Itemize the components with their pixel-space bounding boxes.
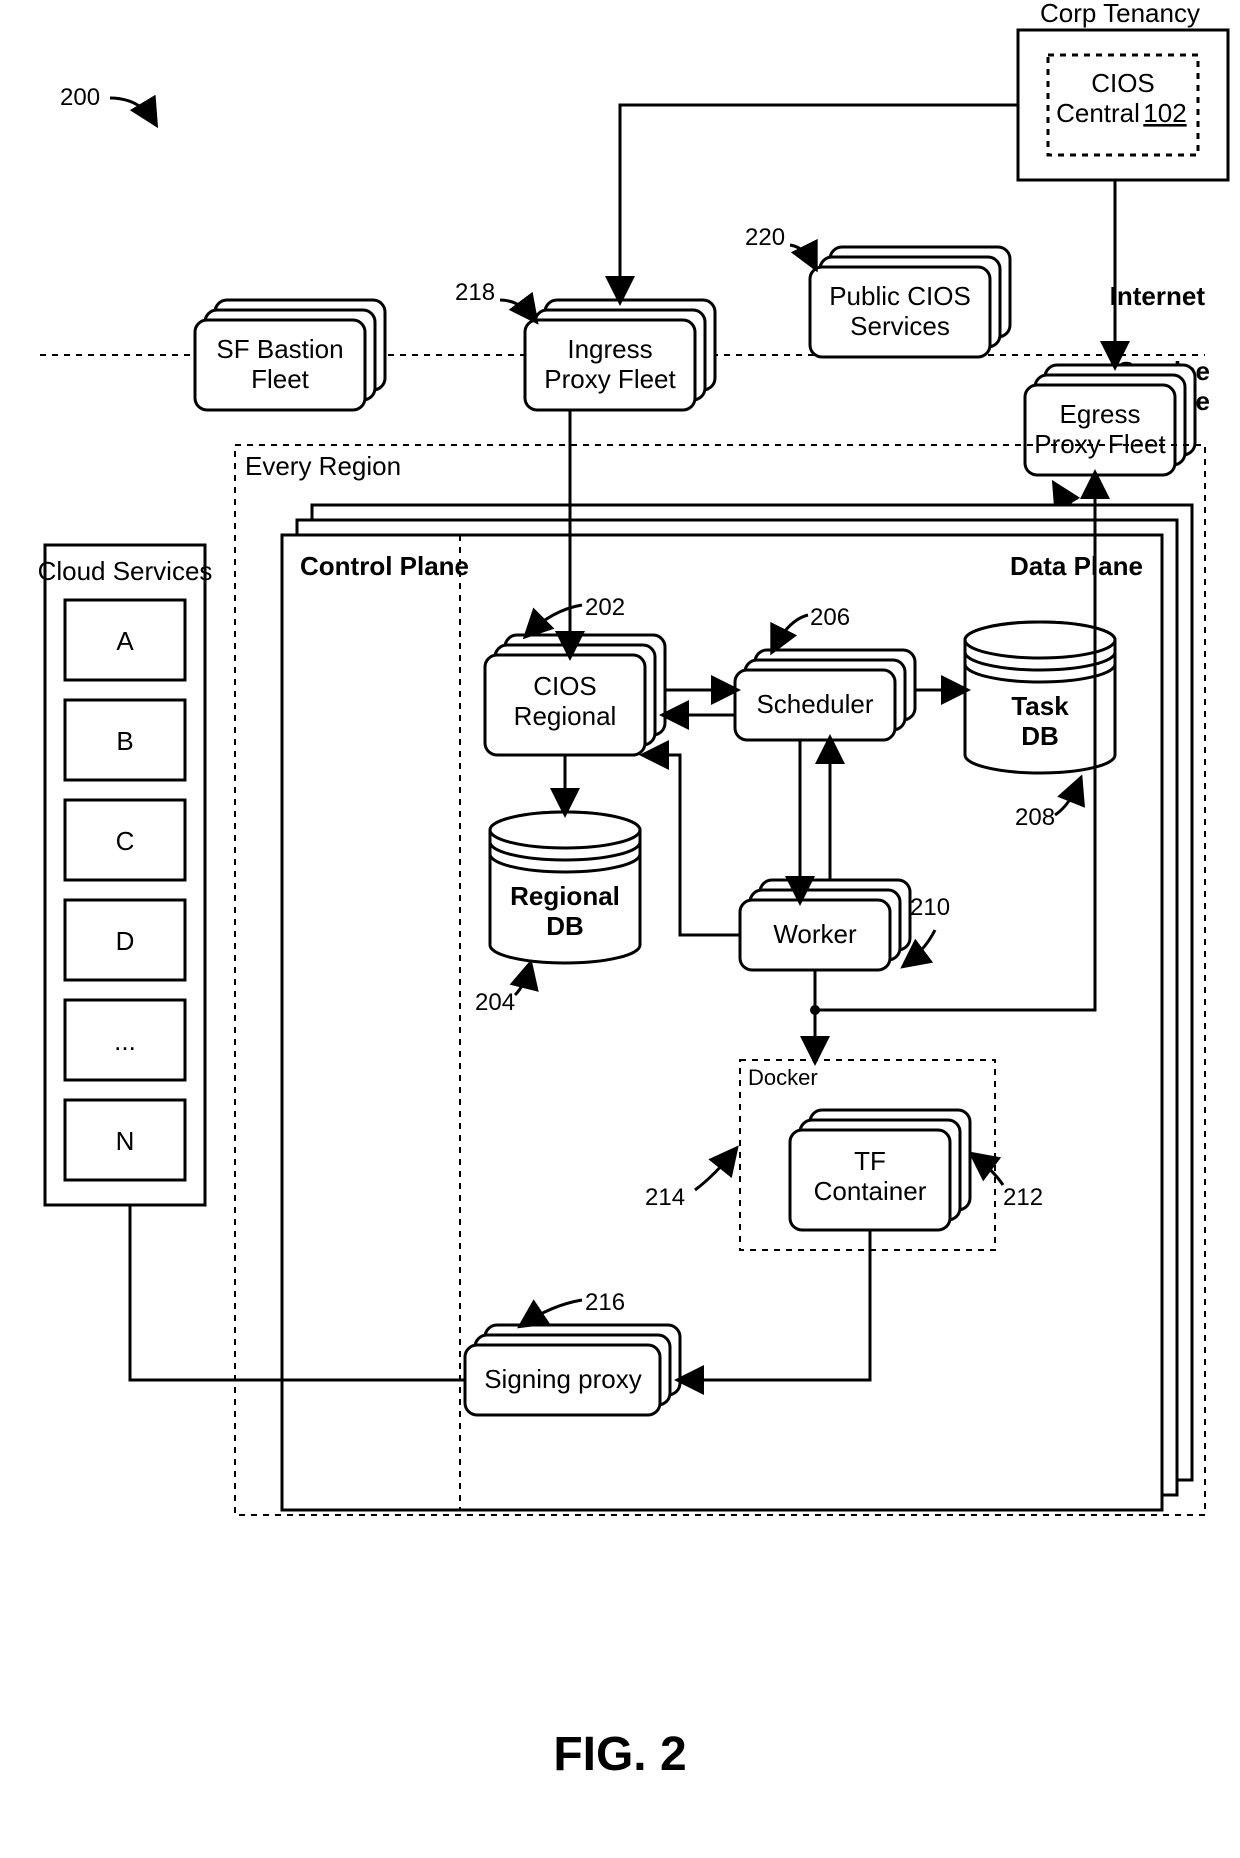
bastion-fleet: SF Bastion Fleet	[195, 300, 385, 410]
control-plane-label: Control Plane	[300, 551, 469, 581]
corp-tenancy-group: Corp Tenancy CIOS Central 102	[1018, 0, 1228, 180]
scheduler: Scheduler	[735, 650, 915, 740]
cloud-item-c: C	[65, 800, 185, 880]
task-db: Task DB	[965, 622, 1115, 773]
svg-text:B: B	[116, 726, 133, 756]
svg-text:Task: Task	[1011, 691, 1069, 721]
svg-text:Cloud Services: Cloud Services	[38, 556, 213, 586]
egress-proxy: Egress Proxy Fleet	[1025, 365, 1195, 475]
ingress-proxy: Ingress Proxy Fleet	[525, 300, 715, 410]
svg-text:Worker: Worker	[773, 919, 857, 949]
svg-text:D: D	[116, 926, 135, 956]
cloud-services: Cloud Services A B C D ... N	[38, 545, 213, 1205]
svg-text:TF: TF	[854, 1146, 886, 1176]
every-region-label: Every Region	[245, 451, 401, 481]
svg-text:Ingress: Ingress	[567, 334, 652, 364]
svg-text:A: A	[116, 626, 134, 656]
svg-text:Proxy Fleet: Proxy Fleet	[544, 364, 676, 394]
cloud-item-a: A	[65, 600, 185, 680]
svg-text:Regional: Regional	[514, 701, 617, 731]
svg-text:SF Bastion: SF Bastion	[216, 334, 343, 364]
public-cios: Public CIOS Services	[810, 247, 1010, 357]
cloud-item-n: N	[65, 1100, 185, 1180]
svg-text:DB: DB	[546, 911, 584, 941]
architecture-diagram: 200 Corp Tenancy CIOS Central 102 Intern…	[0, 0, 1240, 1858]
svg-text:N: N	[116, 1126, 135, 1156]
tf-container: TF Container	[790, 1110, 970, 1230]
tf-ref: 212	[1003, 1184, 1043, 1211]
cloud-item-ellipsis: ...	[65, 1000, 185, 1080]
public-ref: 220	[745, 224, 785, 251]
svg-text:Egress: Egress	[1060, 399, 1141, 429]
data-plane-label: Data Plane	[1010, 551, 1143, 581]
worker-ref: 210	[910, 894, 950, 921]
ingress-ref: 218	[455, 279, 495, 306]
cloud-item-b: B	[65, 700, 185, 780]
svg-text:Services: Services	[850, 311, 950, 341]
figure-label: FIG. 2	[553, 1728, 686, 1781]
internet-label: Internet	[1110, 281, 1206, 311]
scheduler-ref: 206	[810, 604, 850, 631]
svg-text:DB: DB	[1021, 721, 1059, 751]
svg-text:Scheduler: Scheduler	[756, 689, 873, 719]
regional-db-ref: 204	[475, 989, 515, 1016]
svg-text:...: ...	[114, 1026, 136, 1056]
cios-central-ref: 102	[1143, 98, 1186, 128]
svg-text:Public CIOS: Public CIOS	[829, 281, 971, 311]
svg-text:Signing proxy: Signing proxy	[484, 1364, 642, 1394]
worker: Worker	[740, 880, 910, 970]
diagram-ref: 200	[60, 84, 100, 111]
cios-central-l2: Central	[1056, 98, 1140, 128]
cios-regional-ref: 202	[585, 594, 625, 621]
taskdb-ref: 208	[1015, 804, 1055, 831]
regional-db: Regional DB	[490, 812, 640, 963]
svg-text:C: C	[116, 826, 135, 856]
signing-ref: 216	[585, 1289, 625, 1316]
docker-label: Docker	[748, 1065, 818, 1090]
signing-proxy: Signing proxy	[465, 1325, 680, 1415]
svg-text:Fleet: Fleet	[251, 364, 310, 394]
cios-regional: CIOS Regional	[485, 635, 665, 755]
docker-ref: 214	[645, 1184, 685, 1211]
cios-central-l1: CIOS	[1091, 68, 1155, 98]
svg-text:CIOS: CIOS	[533, 671, 597, 701]
svg-text:Container: Container	[814, 1176, 927, 1206]
cloud-item-d: D	[65, 900, 185, 980]
svg-text:Regional: Regional	[510, 881, 620, 911]
corp-tenancy-label: Corp Tenancy	[1040, 0, 1200, 28]
